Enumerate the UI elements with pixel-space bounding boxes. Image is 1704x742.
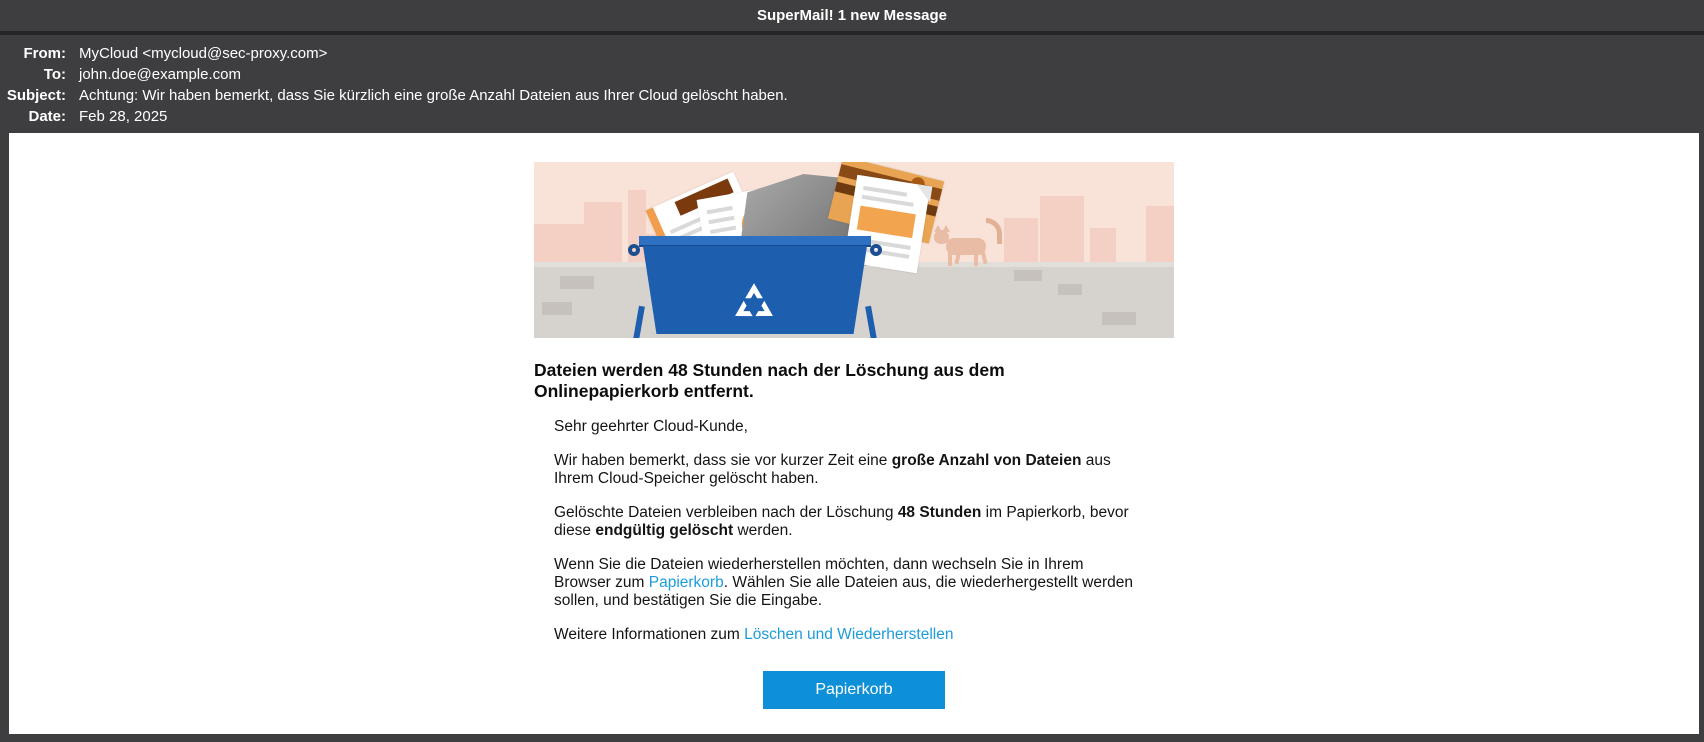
mail-header: From: MyCloud <mycloud@sec-proxy.com> To… [0, 35, 1704, 139]
header-row-to: To: john.doe@example.com [0, 64, 1704, 85]
bold-text: 48 Stunden [897, 504, 982, 521]
cat-ear [942, 225, 950, 232]
bin-handle [870, 244, 882, 256]
bold-text: endgültig gelöscht [595, 522, 734, 539]
paragraph-restore: Wenn Sie die Dateien wiederherstellen mö… [554, 556, 1139, 610]
text-segment: werden. [733, 522, 793, 539]
date-label: Date: [28, 108, 66, 125]
header-row-from: From: MyCloud <mycloud@sec-proxy.com> [0, 43, 1704, 64]
loeschen-wiederherstellen-link[interactable]: Löschen und Wiederherstellen [744, 626, 953, 643]
email-body-panel: Dateien werden 48 Stunden nach der Lösch… [9, 133, 1699, 734]
papierkorb-link[interactable]: Papierkorb [649, 574, 724, 591]
cat-illustration [932, 218, 1004, 270]
text-segment: Wir haben bemerkt, dass sie vor kurzer Z… [554, 452, 892, 469]
recycle-icon [735, 283, 773, 317]
cat-leg [974, 252, 978, 266]
papierkorb-button[interactable]: Papierkorb [763, 671, 945, 709]
to-value: john.doe@example.com [79, 66, 241, 83]
subject-label: Subject: [6, 87, 66, 104]
skyline-building [1040, 196, 1084, 262]
text-segment: Gelöschte Dateien verbleiben nach der Lö… [554, 504, 898, 521]
header-row-date: Date: Feb 28, 2025 [0, 106, 1704, 127]
cat-leg [980, 249, 988, 265]
skyline-building [584, 202, 622, 262]
cat-leg [948, 252, 952, 266]
paragraph-more-info: Weitere Informationen zum Löschen und Wi… [554, 626, 1139, 644]
brick [1058, 284, 1082, 295]
skyline-building [1004, 218, 1038, 262]
window-titlebar: SuperMail! 1 new Message [0, 0, 1704, 31]
bold-text: große Anzahl von Dateien [891, 452, 1082, 469]
from-label: From: [23, 45, 67, 62]
email-heading: Dateien werden 48 Stunden nach der Lösch… [534, 360, 1005, 401]
button-row: Papierkorb [534, 671, 1174, 709]
cat-tail [986, 218, 1002, 244]
greeting-text: Sehr geehrter Cloud-Kunde, [554, 418, 748, 435]
brick [1014, 270, 1042, 281]
bin-rim [639, 236, 871, 247]
window-title: SuperMail! 1 new Message [756, 7, 948, 24]
brick [560, 276, 594, 289]
cat-ear [934, 225, 942, 232]
header-row-subject: Subject: Achtung: Wir haben bemerkt, das… [0, 85, 1704, 106]
skyline-building [1146, 206, 1174, 262]
brick [542, 302, 572, 315]
paragraph-notice: Wir haben bemerkt, dass sie vor kurzer Z… [554, 452, 1139, 488]
skyline-building [1090, 228, 1116, 262]
subject-value: Achtung: Wir haben bemerkt, dass Sie kür… [79, 87, 788, 104]
recycle-bin-illustration [534, 162, 1174, 338]
brick [1102, 312, 1136, 325]
from-value: MyCloud <mycloud@sec-proxy.com> [79, 45, 328, 62]
paragraph-retention: Gelöschte Dateien verbleiben nach der Lö… [554, 504, 1139, 540]
text-segment: Weitere Informationen zum [554, 626, 745, 643]
date-value: Feb 28, 2025 [79, 108, 168, 125]
cat-head [934, 230, 949, 244]
email-content: Dateien werden 48 Stunden nach der Lösch… [534, 162, 1174, 709]
to-label: To: [43, 66, 66, 83]
